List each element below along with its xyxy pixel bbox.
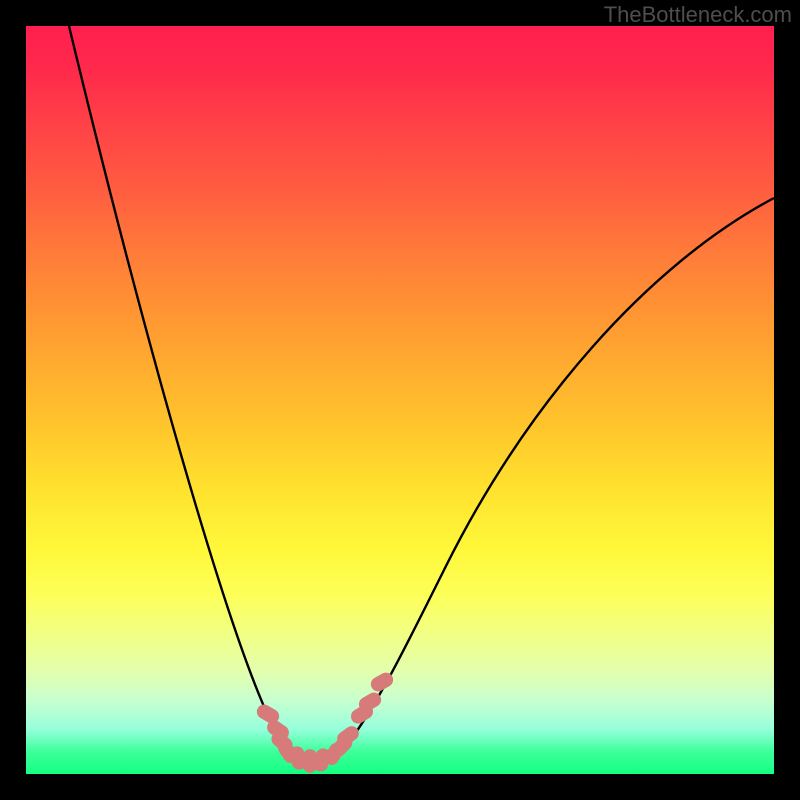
- chart-curve-layer: [26, 26, 774, 774]
- watermark-text: TheBottleneck.com: [604, 2, 792, 28]
- chart-frame: TheBottleneck.com: [0, 0, 800, 800]
- series-bottleneck-curve: [69, 26, 774, 760]
